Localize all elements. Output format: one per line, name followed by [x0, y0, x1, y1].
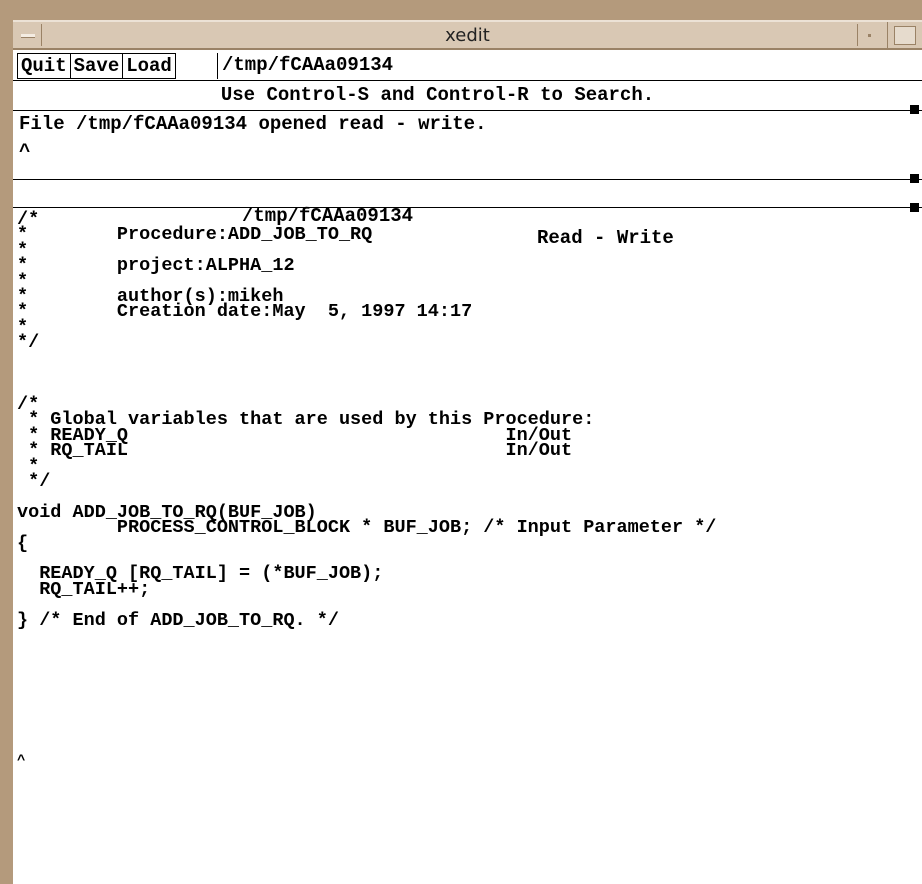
minimize-icon — [868, 34, 871, 37]
edit-text-area[interactable]: /* * Procedure:ADD_JOB_TO_RQ * * project… — [17, 210, 716, 629]
divider — [13, 179, 922, 180]
text-insert-cursor: ^ — [17, 753, 26, 769]
xedit-client-area: Quit Save Load /tmp/fCAAa09134 Use Contr… — [13, 50, 922, 884]
divider — [13, 80, 922, 81]
save-button[interactable]: Save — [69, 53, 124, 79]
window-frame-left — [0, 0, 13, 884]
load-button[interactable]: Load — [122, 53, 176, 79]
filename-input[interactable]: /tmp/fCAAa09134 — [217, 53, 393, 79]
window-frame-top — [0, 0, 922, 22]
title-bar[interactable]: xedit — [13, 20, 922, 50]
window-title: xedit — [445, 25, 490, 46]
message-insert-cursor: ^ — [19, 141, 31, 163]
quit-button[interactable]: Quit — [17, 53, 71, 79]
pane-resize-grip[interactable] — [910, 203, 919, 212]
search-hint-label: Use Control-S and Control-R to Search. — [220, 84, 655, 106]
minimize-button[interactable] — [857, 24, 882, 46]
maximize-button[interactable] — [887, 22, 922, 50]
command-button-row: Quit Save Load — [17, 53, 176, 79]
message-window[interactable]: File /tmp/fCAAa09134 opened read - write… — [19, 113, 486, 135]
divider — [13, 110, 922, 111]
maximize-icon — [894, 26, 916, 45]
pane-resize-grip[interactable] — [910, 174, 919, 183]
divider — [13, 207, 922, 208]
pane-resize-grip[interactable] — [910, 105, 919, 114]
